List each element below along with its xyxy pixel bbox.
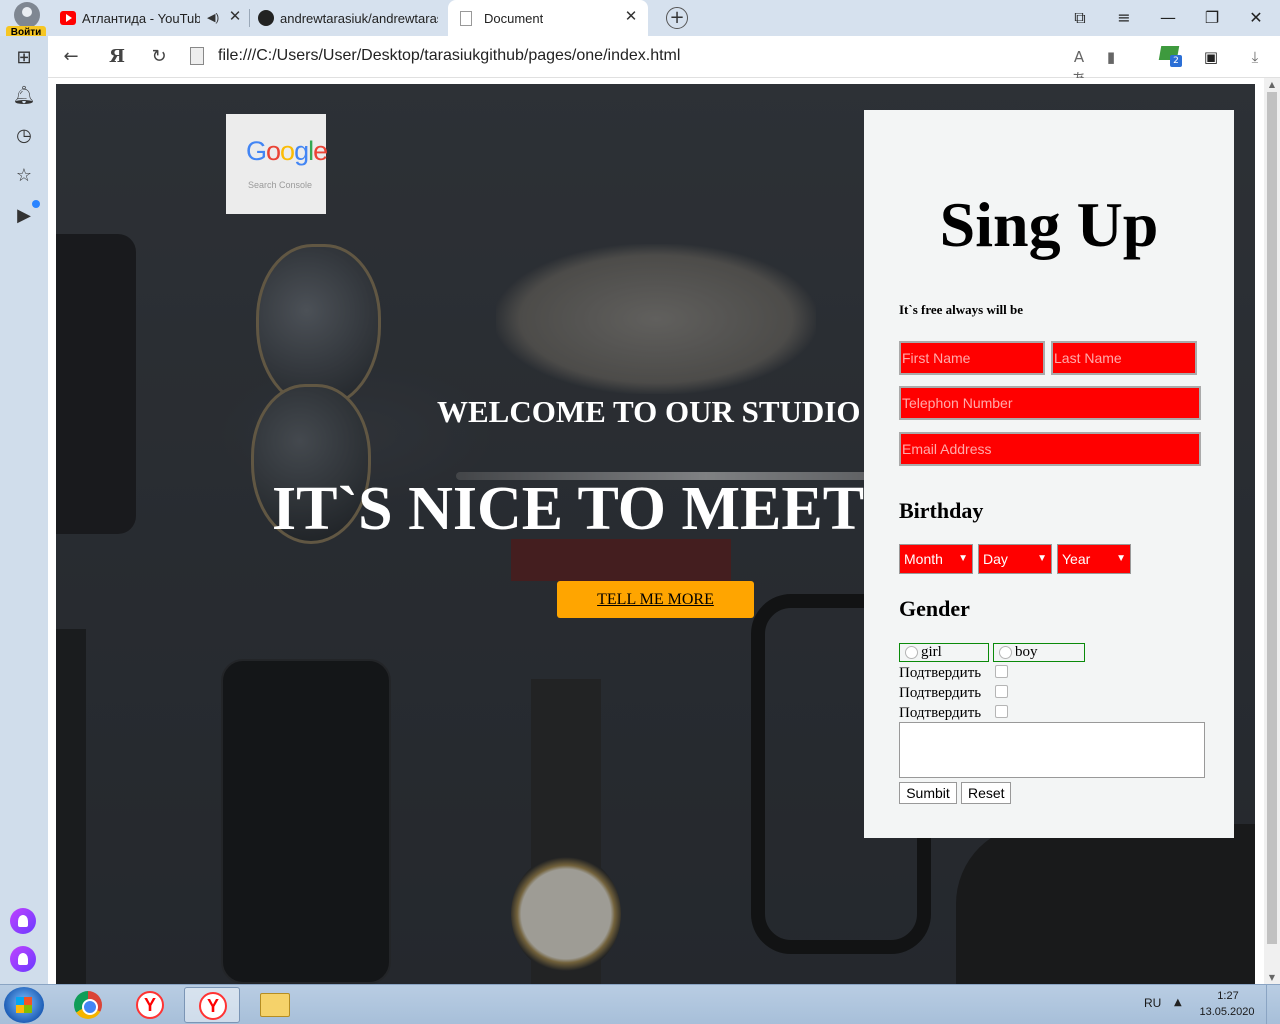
- translate-icon[interactable]: Aあ: [1068, 46, 1090, 88]
- history-icon[interactable]: ◷: [12, 124, 36, 148]
- media-icon[interactable]: ▶: [12, 204, 36, 228]
- scroll-up-icon[interactable]: ▲: [1267, 80, 1277, 89]
- gender-option-boy[interactable]: boy: [993, 643, 1085, 662]
- confirm-checkbox[interactable]: [995, 705, 1008, 718]
- tabs-overview-icon[interactable]: ⧉: [1070, 8, 1090, 28]
- youtube-icon: [60, 11, 76, 25]
- back-icon[interactable]: ←: [60, 46, 82, 68]
- chevron-down-icon: ▼: [1037, 553, 1047, 564]
- page-viewport: Google Search Console WELCOME TO OUR STU…: [48, 78, 1280, 984]
- alice-icon[interactable]: [10, 946, 36, 972]
- form-title: Sing Up: [939, 189, 1159, 260]
- logo: Google Search Console: [226, 114, 328, 214]
- tab-title: Document: [484, 11, 544, 26]
- tray-expand-icon[interactable]: ▲: [1174, 997, 1182, 1008]
- hero-section: Google Search Console WELCOME TO OUR STU…: [56, 84, 1255, 984]
- page-scrollbar[interactable]: ▲ ▼: [1264, 78, 1280, 984]
- document-icon: [460, 11, 472, 26]
- gender-option-girl[interactable]: girl: [899, 643, 989, 662]
- language-indicator[interactable]: RU: [1144, 996, 1161, 1010]
- month-select[interactable]: Month ▼: [899, 544, 973, 574]
- tab-title: andrewtarasiuk/andrewtarasiuk: [280, 11, 438, 26]
- first-name-input[interactable]: First Name: [899, 341, 1045, 375]
- taskbar: Y Y RU ▲ 1:27 13.05.2020: [0, 984, 1280, 1024]
- file-icon: [190, 47, 204, 65]
- confirm-label: Подтвердить: [899, 705, 982, 721]
- clock-date[interactable]: 13.05.2020: [1196, 1006, 1258, 1018]
- radio-button[interactable]: [905, 646, 918, 659]
- chevron-down-icon: ▼: [1116, 553, 1126, 564]
- tab-youtube[interactable]: Атлантида - YouTube ◀) ✕: [52, 0, 248, 36]
- tab-separator: [249, 9, 250, 27]
- speaker-icon[interactable]: ◀): [207, 11, 219, 24]
- tell-me-more-button[interactable]: TELL ME MORE: [557, 581, 754, 618]
- confirm-checkbox[interactable]: [995, 665, 1008, 678]
- reset-button[interactable]: Reset: [961, 782, 1011, 804]
- reload-icon[interactable]: ↻: [148, 46, 170, 68]
- gender-label: Gender: [899, 596, 970, 621]
- show-desktop-button[interactable]: [1266, 985, 1280, 1024]
- comments-icon[interactable]: ▣: [1200, 46, 1222, 68]
- gender-option-label: boy: [1015, 644, 1038, 660]
- taskbar-yandex-active[interactable]: Y: [184, 987, 240, 1023]
- extension-badge: 2: [1170, 55, 1182, 67]
- email-input[interactable]: Email Address: [899, 432, 1201, 466]
- radio-button[interactable]: [999, 646, 1012, 659]
- url-field[interactable]: file:///C:/Users/User/Desktop/tarasiukgi…: [218, 47, 680, 65]
- form-subtitle: It`s free always will be: [899, 302, 1023, 317]
- telephone-input[interactable]: Telephon Number: [899, 386, 1201, 420]
- notification-dot: [32, 200, 40, 208]
- confirm-label: Подтвердить: [899, 665, 982, 681]
- yandex-browser-icon: Y: [199, 992, 227, 1020]
- menu-icon[interactable]: ≡: [1114, 8, 1134, 28]
- new-tab-button[interactable]: +: [666, 7, 688, 29]
- profile-button[interactable]: Войти: [4, 2, 46, 39]
- tab-close-icon[interactable]: ✕: [228, 9, 242, 25]
- alice-icon[interactable]: [10, 908, 36, 934]
- chevron-down-icon: ▼: [958, 553, 968, 564]
- submit-button[interactable]: Sumbit: [899, 782, 957, 804]
- minimize-icon[interactable]: —: [1158, 8, 1178, 28]
- bookmark-icon[interactable]: ▮: [1100, 46, 1122, 68]
- last-name-input[interactable]: Last Name: [1051, 341, 1197, 375]
- window-close-icon[interactable]: ✕: [1246, 8, 1266, 28]
- gender-option-label: girl: [921, 644, 942, 660]
- user-avatar-icon: [14, 2, 40, 28]
- scroll-down-icon[interactable]: ▼: [1267, 973, 1277, 982]
- birthday-label: Birthday: [899, 498, 984, 523]
- tab-github[interactable]: andrewtarasiuk/andrewtarasiuk: [249, 0, 446, 36]
- yandex-home-icon[interactable]: Я: [106, 46, 128, 68]
- year-select[interactable]: Year ▼: [1057, 544, 1131, 574]
- folder-icon: [260, 993, 290, 1017]
- github-icon: [258, 10, 274, 26]
- signup-form: Sing Up It`s free always will be First N…: [864, 110, 1234, 838]
- address-bar: ← Я ↻ file:///C:/Users/User/Desktop/tara…: [48, 36, 1280, 88]
- tab-strip: Войти Атлантида - YouTube ◀) ✕ andrewtar…: [0, 0, 1280, 39]
- taskbar-chrome[interactable]: [60, 987, 116, 1023]
- apps-grid-icon[interactable]: ⊞: [12, 46, 36, 70]
- bell-icon[interactable]: 🔔︎: [12, 84, 36, 108]
- message-textarea[interactable]: [899, 722, 1205, 778]
- chrome-icon: [74, 991, 102, 1019]
- tab-close-icon[interactable]: ✕: [624, 9, 638, 25]
- scrollbar-thumb[interactable]: [1267, 92, 1277, 944]
- clock-time[interactable]: 1:27: [1200, 990, 1256, 1002]
- day-select[interactable]: Day ▼: [978, 544, 1052, 574]
- download-icon[interactable]: ⤓: [1244, 46, 1266, 68]
- taskbar-explorer[interactable]: [246, 987, 302, 1023]
- tab-title: Атлантида - YouTube: [82, 11, 200, 26]
- taskbar-yandex[interactable]: Y: [122, 987, 178, 1023]
- star-icon[interactable]: ☆: [12, 164, 36, 188]
- tab-document[interactable]: Document ✕: [448, 0, 648, 36]
- confirm-label: Подтвердить: [899, 685, 982, 701]
- restore-icon[interactable]: ❐: [1202, 8, 1222, 28]
- confirm-checkbox[interactable]: [995, 685, 1008, 698]
- browser-sidebar: ⊞ 🔔︎ ◷ ☆ ▶: [0, 36, 48, 986]
- yandex-browser-icon: Y: [136, 991, 164, 1019]
- welcome-heading: WELCOME TO OUR STUDIO: [437, 394, 861, 429]
- logo-word: Google: [246, 136, 328, 166]
- extension-icon[interactable]: 2: [1158, 46, 1182, 67]
- start-button[interactable]: [4, 987, 44, 1023]
- logo-subtitle: Search Console: [248, 180, 313, 190]
